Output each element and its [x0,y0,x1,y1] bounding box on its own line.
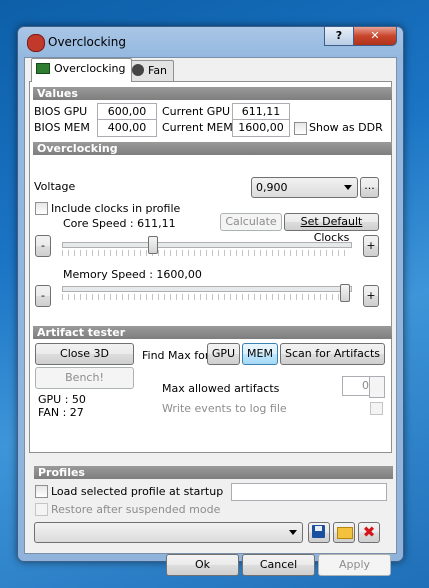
core-slider-track [62,242,352,248]
core-slider-thumb[interactable] [148,236,158,254]
tab-overclocking[interactable]: Overclocking [31,58,133,82]
include-clocks-checkbox[interactable] [35,202,48,215]
find-max-mem-button[interactable]: MEM [242,343,278,365]
max-allowed-label: Max allowed artifacts [162,382,280,395]
tab-overclocking-label: Overclocking [54,62,126,75]
show-ddr-checkbox[interactable] [294,122,307,135]
tab-fan[interactable]: Fan [127,60,175,81]
core-speed-slider[interactable] [62,234,352,256]
overclocking-panel: Values BIOS GPU 600,00 BIOS MEM 400,00 C… [29,81,392,453]
bios-gpu-label: BIOS GPU [34,105,88,118]
max-allowed-spinner[interactable]: 0 [342,376,372,396]
bios-mem-label: BIOS MEM [34,121,90,134]
memory-minus-button[interactable]: - [35,285,51,307]
open-folder-icon [337,527,353,539]
memory-speed-slider[interactable] [62,284,352,306]
core-slider-ticks [62,250,350,256]
core-minus-button[interactable]: - [35,235,51,257]
spin-arrows-icon[interactable] [369,376,385,398]
restore-checkbox[interactable] [35,503,48,516]
overclocking-header: Overclocking [33,142,392,155]
write-events-checkbox[interactable] [370,402,383,415]
chevron-down-icon [344,185,352,190]
memory-slider-track [62,286,352,292]
apply-button[interactable]: Apply [318,554,391,576]
write-events-label: Write events to log file [162,402,287,415]
find-max-gpu-button[interactable]: GPU [207,343,240,365]
close-button[interactable]: ✕ [353,27,397,46]
core-plus-button[interactable]: + [363,235,379,257]
bios-mem-field: 400,00 [97,119,157,137]
voltage-dropdown[interactable]: 0,900 [251,177,358,198]
show-ddr-label[interactable]: Show as DDR [309,121,383,134]
profile-dropdown[interactable] [34,522,303,543]
app-icon [27,34,45,52]
ok-button[interactable]: Ok [166,554,239,576]
profiles-header: Profiles [34,466,393,479]
cancel-button[interactable]: Cancel [242,554,315,576]
tab-fan-label: Fan [148,64,168,77]
gpu-card-icon [36,63,50,74]
include-clocks-label[interactable]: Include clocks in profile [51,202,180,215]
window-title: Overclocking [48,35,126,49]
find-max-label: Find Max for [142,349,210,362]
calculate-button[interactable]: Calculate [220,213,282,231]
red-x-icon: ✖ [362,523,376,541]
memory-speed-label: Memory Speed : 1600,00 [63,268,202,281]
memory-slider-thumb[interactable] [340,284,350,302]
scan-for-artifacts-button[interactable]: Scan for Artifacts [280,343,385,365]
floppy-disk-icon [312,525,325,538]
current-mem-field: 1600,00 [232,119,290,137]
help-button[interactable]: ? [324,27,354,46]
fan-icon [132,64,144,76]
load-at-startup-checkbox[interactable] [35,485,48,498]
chevron-down-icon [289,530,297,535]
memory-slider-ticks [62,294,350,300]
bench-button[interactable]: Bench! [35,367,134,389]
voltage-more-button[interactable]: ... [360,177,379,198]
save-profile-button[interactable] [308,522,330,543]
memory-plus-button[interactable]: + [363,285,379,307]
fan-stat: FAN : 27 [38,406,84,419]
gpu-stat: GPU : 50 [38,393,86,406]
close-3d-renderer-button[interactable]: Close 3D Renderer [35,343,134,380]
set-default-clocks-button[interactable]: Set Default Clocks [284,213,379,244]
current-gpu-label: Current GPU [162,105,231,118]
values-header: Values [33,87,392,100]
client-area: Overclocking Fan Values BIOS GPU 600,00 … [24,57,397,576]
restore-label: Restore after suspended mode [51,503,221,516]
voltage-value: 0,900 [256,181,288,194]
delete-profile-button[interactable]: ✖ [358,522,380,543]
core-speed-label: Core Speed : 611,11 [63,217,176,230]
startup-profile-field [231,483,387,501]
artifact-tester-header: Artifact tester [33,326,392,339]
open-profile-button[interactable] [333,522,355,543]
current-mem-label: Current MEM [162,121,233,134]
overclocking-window: Overclocking ? ✕ Overclocking Fan Values… [17,26,404,576]
voltage-label: Voltage [34,180,76,193]
load-at-startup-label[interactable]: Load selected profile at startup [51,485,223,498]
